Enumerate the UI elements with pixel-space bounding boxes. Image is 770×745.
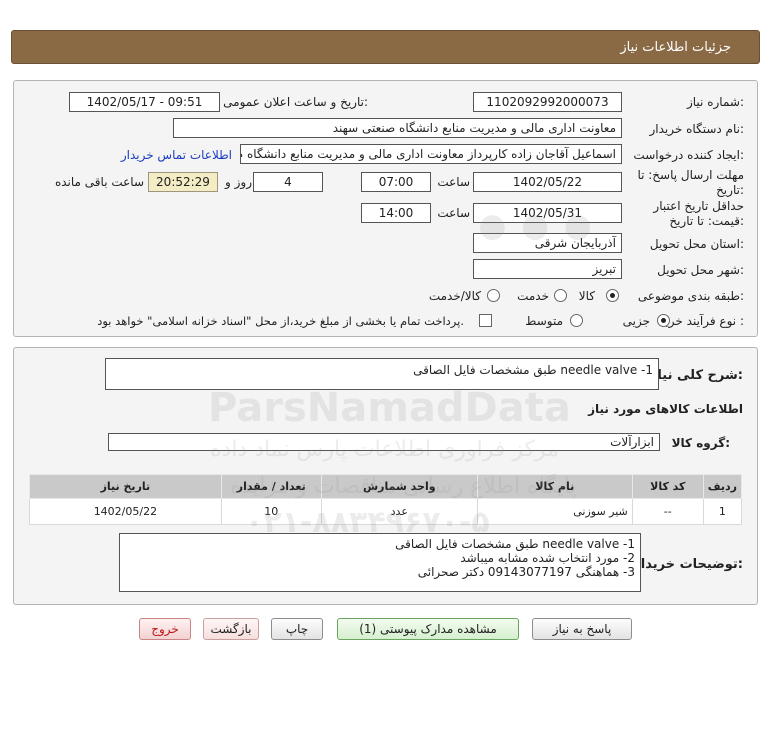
cell-goods-code: -- — [631, 498, 704, 525]
need-number-field: 1102092992000073 — [473, 92, 622, 112]
category-radio-service[interactable] — [554, 289, 567, 302]
process-option-medium: متوسط — [525, 314, 563, 328]
table-header-row: ردیف کد کالا نام کالا واحد شمارش تعداد /… — [29, 474, 743, 499]
goods-info-title: اطلاعات کالاهای مورد نیاز — [588, 402, 743, 416]
validity-time-field: 14:00 — [361, 203, 431, 223]
exit-button[interactable]: خروج — [139, 618, 191, 640]
buyer-notes-label: توضیحات خریدار: — [633, 557, 743, 572]
cell-need-date: 1402/05/22 — [29, 498, 222, 525]
validity-time-label: ساعت — [437, 206, 470, 220]
reply-to-need-button[interactable]: پاسخ به نیاز — [532, 618, 632, 640]
city-field: تبریز — [473, 259, 622, 279]
requester-label: ایجاد کننده درخواست: — [633, 148, 744, 162]
category-option-service: خدمت — [517, 289, 549, 303]
goods-group-field: ابزارآلات — [108, 433, 660, 451]
col-header-need-date: تاریخ نیاز — [29, 474, 222, 499]
province-field: آذربایجان شرقی — [473, 233, 622, 253]
cell-row-number: 1 — [702, 498, 743, 525]
buyer-org-field: معاونت اداری مالی و مدیریت منابع دانشگاه… — [173, 118, 622, 138]
treasury-payment-checkbox[interactable] — [479, 314, 492, 327]
category-label: طبقه بندی موضوعی: — [637, 289, 744, 303]
col-header-quantity: تعداد / مقدار — [220, 474, 322, 499]
requester-field: اسماعیل آقاجان زاده کارپرداز معاونت ادار… — [240, 144, 622, 164]
process-radio-medium[interactable] — [570, 314, 583, 327]
buyer-notes-field: needle valve -1 طبق مشخصات فایل الصاقی 2… — [119, 533, 641, 592]
description-field: needle valve -1 طبق مشخصات فایل الصاقی — [105, 358, 659, 390]
buyer-note-line: 2- مورد انتخاب شده مشابه میباشد — [460, 551, 635, 565]
process-type-label: نوع فرآیند خرید : — [659, 314, 744, 328]
col-header-goods-code: کد کالا — [631, 474, 704, 499]
city-label: شهر محل تحویل: — [657, 263, 744, 277]
remaining-time-field: 20:52:29 — [148, 172, 218, 192]
col-header-goods-name: نام کالا — [476, 474, 633, 499]
col-header-unit: واحد شمارش — [320, 474, 478, 499]
price-validity-label-2: قیمت: تا تاریخ: — [669, 214, 744, 228]
items-table: ردیف کد کالا نام کالا واحد شمارش تعداد /… — [29, 474, 743, 525]
treasury-payment-note: پرداخت تمام یا بخشی از مبلغ خرید،از محل … — [97, 314, 464, 328]
need-number-label: شماره نیاز: — [686, 95, 744, 109]
buyer-note-line: 3- هماهنگی 09143077197 دکتر صحرائی — [417, 565, 635, 579]
province-label: استان محل تحویل: — [649, 237, 744, 251]
category-radio-goods-service[interactable] — [487, 289, 500, 302]
cell-quantity: 10 — [220, 498, 322, 525]
items-table-wrapper: ردیف کد کالا نام کالا واحد شمارش تعداد /… — [29, 474, 743, 525]
buyer-note-line: needle valve -1 طبق مشخصات فایل الصاقی — [395, 537, 635, 551]
print-button[interactable]: چاپ — [271, 618, 323, 640]
price-validity-label: حداقل تاریخ اعتبار — [653, 199, 744, 213]
reply-date-field: 1402/05/22 — [473, 172, 622, 192]
page-header: جزئیات اطلاعات نیاز — [11, 30, 760, 64]
reply-time-field: 07:00 — [361, 172, 431, 192]
remaining-time-label: ساعت باقی مانده — [54, 175, 144, 189]
back-button[interactable]: بازگشت — [203, 618, 259, 640]
reply-deadline-label-2: تاریخ: — [716, 183, 744, 197]
category-option-goods: کالا — [578, 289, 595, 303]
category-radio-goods[interactable] — [606, 289, 619, 302]
process-option-minor: جزیی — [622, 314, 650, 328]
cell-goods-name: شیر سوزنی — [476, 498, 633, 525]
reply-deadline-label: مهلت ارسال پاسخ: تا — [637, 168, 744, 182]
table-row: 1 -- شیر سوزنی عدد 10 1402/05/22 — [29, 498, 743, 525]
category-option-goods-service: کالا/خدمت — [428, 289, 481, 303]
col-header-row-number: ردیف — [702, 474, 743, 499]
days-label: روز و — [225, 175, 252, 189]
view-attachments-button[interactable]: مشاهده مدارک پیوستی (1) — [337, 618, 519, 640]
announce-datetime-field: 1402/05/17 - 09:51 — [69, 92, 220, 112]
description-label: شرح کلی نیاز: — [649, 368, 743, 383]
days-remaining-field: 4 — [253, 172, 323, 192]
announce-datetime-label: تاریخ و ساعت اعلان عمومی: — [223, 95, 368, 109]
goods-group-label: گروه کالا: — [671, 436, 730, 450]
validity-date-field: 1402/05/31 — [473, 203, 622, 223]
cell-unit: عدد — [320, 498, 478, 525]
reply-time-label: ساعت — [437, 175, 470, 189]
process-radio-minor[interactable] — [657, 314, 670, 327]
buyer-contact-link[interactable]: اطلاعات تماس خریدار — [121, 148, 232, 162]
buyer-org-label: نام دستگاه خریدار: — [649, 122, 745, 136]
